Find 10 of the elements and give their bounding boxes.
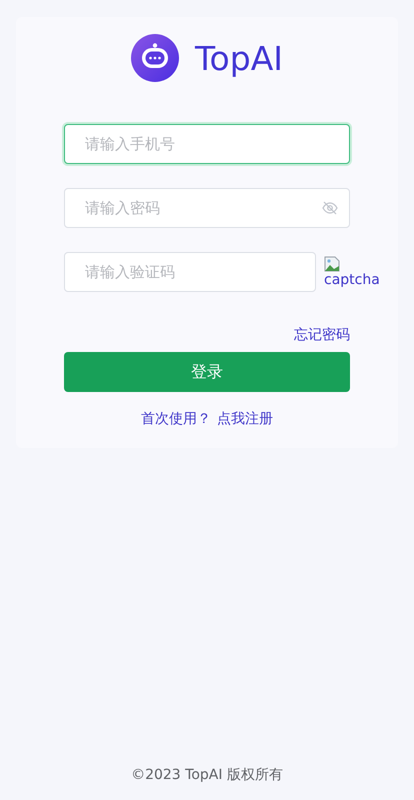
robot-logo-icon [131, 34, 179, 82]
eye-off-icon[interactable] [322, 201, 338, 215]
captcha-image-alt-text[interactable]: captcha [324, 272, 380, 288]
copyright-text: ©2023 TopAI 版权所有 [130, 766, 284, 785]
register-link[interactable]: 点我注册 [217, 410, 273, 428]
register-prompt: 首次使用？ [141, 410, 211, 428]
app-name: TopAI [195, 38, 283, 78]
input-field[interactable]: 请输入手机号 [64, 124, 350, 164]
broken-image-icon [324, 256, 340, 272]
forgot-password-link[interactable]: 忘记密码 [294, 326, 350, 344]
